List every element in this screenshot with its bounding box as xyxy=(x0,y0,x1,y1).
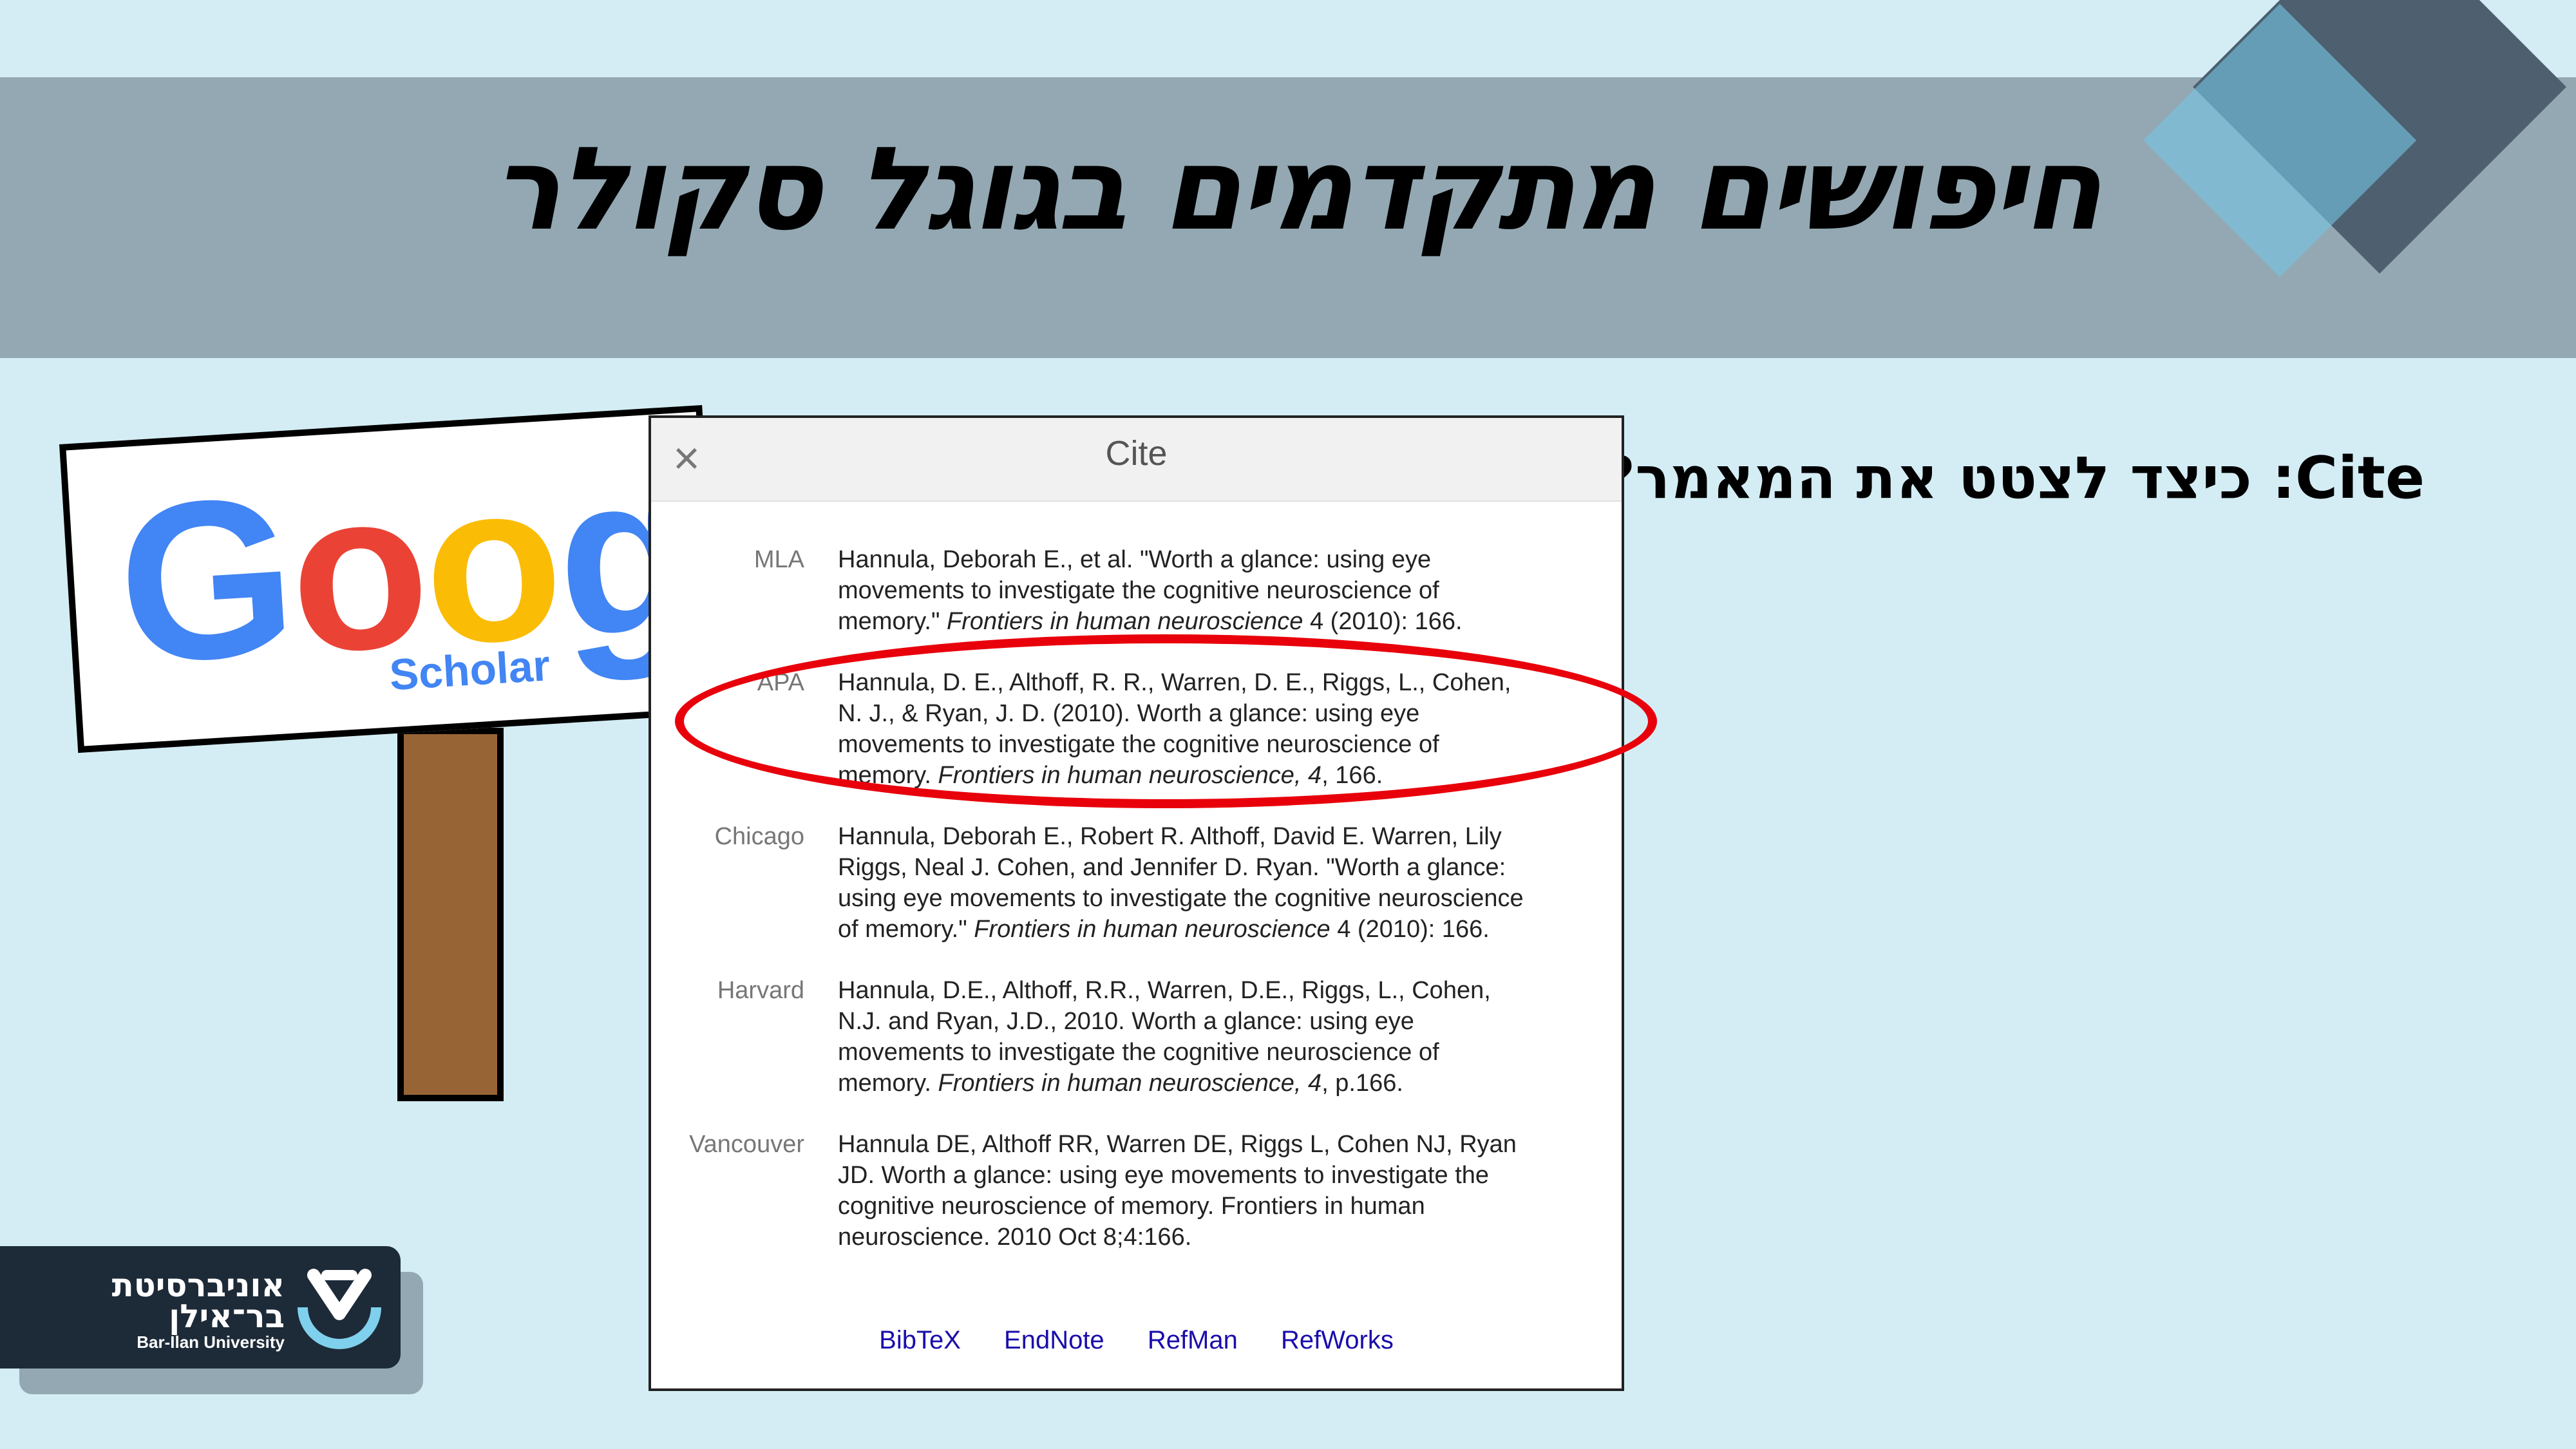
citation-row-mla: MLA Hannula, Deborah E., et al. "Worth a… xyxy=(651,544,1622,637)
citation-style-label: APA xyxy=(757,669,804,696)
slide-title: חיפושים מתקדמים בגוגל סקולר xyxy=(491,122,2102,256)
citation-row-apa: APA Hannula, D. E., Althoff, R. R., Warr… xyxy=(651,667,1622,791)
citation-list: MLA Hannula, Deborah E., et al. "Worth a… xyxy=(651,544,1622,1283)
export-links: BibTeX EndNote RefMan RefWorks xyxy=(651,1326,1622,1355)
scholar-label: Scholar xyxy=(388,641,552,700)
cite-dialog: × Cite MLA Hannula, Deborah E., et al. "… xyxy=(649,415,1624,1391)
citation-row-vancouver: Vancouver Hannula DE, Althoff RR, Warren… xyxy=(651,1129,1622,1253)
refman-link[interactable]: RefMan xyxy=(1148,1326,1238,1354)
citation-text[interactable]: Hannula, Deborah E., et al. "Worth a gla… xyxy=(838,544,1527,637)
cite-question: Cite: כיצד לצטט את המאמר? xyxy=(1602,444,2425,512)
citation-text[interactable]: Hannula, D. E., Althoff, R. R., Warren, … xyxy=(838,667,1527,791)
citation-text[interactable]: Hannula, Deborah E., Robert R. Althoff, … xyxy=(838,821,1527,945)
citation-row-chicago: Chicago Hannula, Deborah E., Robert R. A… xyxy=(651,821,1622,945)
citation-style-label: Vancouver xyxy=(689,1131,804,1158)
citation-text[interactable]: Hannula, D.E., Althoff, R.R., Warren, D.… xyxy=(838,975,1527,1099)
logo-hebrew-line2: בר־אילן xyxy=(169,1298,285,1335)
logo-english: Bar-Ilan University xyxy=(137,1332,285,1352)
bibtex-link[interactable]: BibTeX xyxy=(879,1326,961,1354)
endnote-link[interactable]: EndNote xyxy=(1004,1326,1104,1354)
sign-post xyxy=(397,728,504,1101)
dialog-title: Cite xyxy=(1105,434,1168,473)
citation-style-label: Harvard xyxy=(717,977,804,1004)
dialog-header: × Cite xyxy=(651,418,1622,502)
university-emblem-icon xyxy=(298,1269,381,1349)
logo-letter-g: G xyxy=(111,449,299,712)
bar-ilan-logo: אוניברסיטת בר־אילן Bar-Ilan University xyxy=(0,1246,401,1368)
citation-row-harvard: Harvard Hannula, D.E., Althoff, R.R., Wa… xyxy=(651,975,1622,1099)
refworks-link[interactable]: RefWorks xyxy=(1281,1326,1394,1354)
google-scholar-sign: Goog Scholar xyxy=(59,404,721,753)
citation-style-label: MLA xyxy=(753,546,804,573)
citation-text[interactable]: Hannula DE, Althoff RR, Warren DE, Riggs… xyxy=(838,1129,1527,1253)
citation-style-label: Chicago xyxy=(714,823,804,850)
